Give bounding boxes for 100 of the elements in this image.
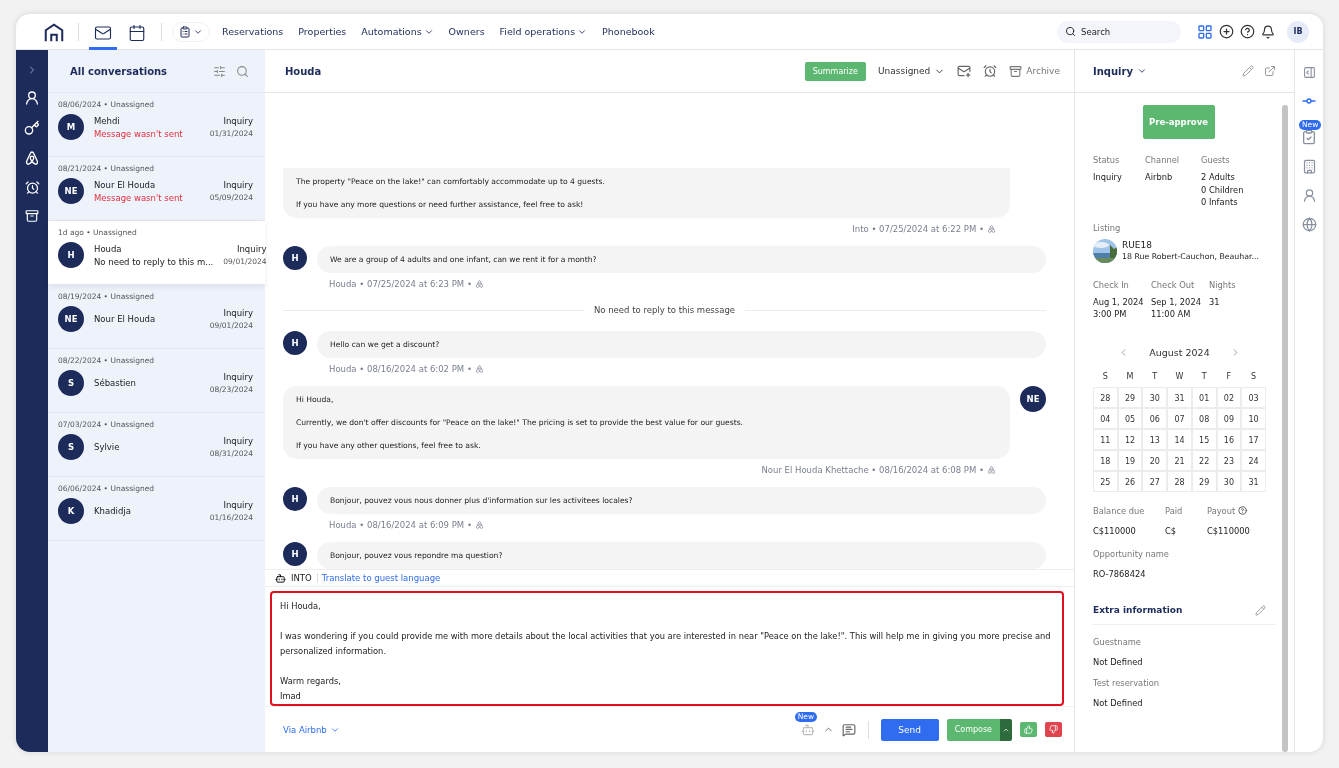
compose-menu-button[interactable]	[1000, 718, 1012, 741]
calendar-day[interactable]: 10	[1241, 407, 1266, 429]
calendar-day[interactable]: 09	[1216, 407, 1242, 429]
airbnb-icon[interactable]	[24, 150, 40, 166]
calendar-day[interactable]: 01	[1191, 386, 1217, 408]
airbnb-icon	[987, 224, 996, 234]
globe-icon[interactable]	[1301, 217, 1317, 232]
calendar-day[interactable]: 18	[1093, 449, 1118, 471]
user-avatar[interactable]: IB	[1287, 20, 1309, 43]
clipboard-icon	[179, 25, 191, 38]
nav-link[interactable]: Automations	[361, 26, 434, 37]
person-icon[interactable]	[24, 90, 40, 106]
calendar-day[interactable]: 31	[1167, 386, 1192, 408]
calendar-day[interactable]: 13	[1142, 428, 1168, 450]
search-icon[interactable]	[236, 64, 249, 78]
calendar-day[interactable]: 23	[1216, 449, 1242, 471]
bot-icon	[275, 572, 286, 584]
channel-dropdown[interactable]: Via Airbnb	[283, 724, 340, 735]
calendar-day[interactable]: 02	[1216, 386, 1242, 408]
section-title: Extra information	[1093, 605, 1183, 615]
calendar-day[interactable]: 30	[1142, 386, 1168, 408]
search-icon	[1065, 26, 1076, 37]
panel-icon[interactable]	[1302, 66, 1316, 79]
field-label: Paid	[1165, 505, 1184, 516]
message-meta: Houda • 08/16/2024 at 6:02 PM •	[329, 364, 472, 374]
weekday-label: M	[1125, 370, 1135, 383]
external-link-icon[interactable]	[1264, 65, 1276, 77]
nav-link[interactable]: Properties	[298, 26, 347, 37]
filter-icon[interactable]	[213, 64, 226, 78]
edit-icon[interactable]	[1242, 65, 1254, 77]
weekday-label: S	[1101, 370, 1109, 383]
thumbs-up-button[interactable]	[1020, 722, 1037, 737]
message-preview: Message wasn't sent	[94, 128, 184, 139]
calendar-day[interactable]: 17	[1241, 428, 1266, 450]
nav-link[interactable]: Reservations	[222, 26, 284, 37]
calendar-day[interactable]: 05	[1117, 407, 1143, 429]
calendar-day[interactable]: 28	[1093, 386, 1118, 408]
avatar: S	[58, 370, 84, 396]
calendar-day[interactable]: 22	[1191, 449, 1217, 471]
calendar-day[interactable]: 11	[1093, 428, 1118, 450]
scrollbar-thumb[interactable]	[1282, 105, 1288, 752]
calendar-day[interactable]: 07	[1167, 407, 1192, 429]
archive-icon[interactable]	[25, 209, 39, 223]
avatar: H	[58, 242, 84, 268]
nav-link[interactable]: Owners	[448, 26, 485, 37]
apps-icon[interactable]	[1197, 23, 1213, 40]
message-preview: No need to reply to this m...	[94, 256, 214, 267]
thumbs-down-button[interactable]	[1045, 722, 1062, 737]
assignee-dropdown[interactable]: Unassigned	[877, 65, 946, 77]
calendar-day[interactable]: 28	[1167, 470, 1192, 492]
weekday-label: T	[1151, 370, 1159, 383]
send-button[interactable]: Send	[880, 718, 939, 741]
calendar-day[interactable]: 08	[1191, 407, 1217, 429]
nav-link[interactable]: Field operations	[499, 26, 588, 37]
field-label: Payout	[1207, 505, 1266, 516]
add-icon[interactable]	[1219, 24, 1234, 39]
calendar-day[interactable]: 24	[1241, 449, 1266, 471]
calendar-day[interactable]: 15	[1191, 428, 1217, 450]
calendar-icon	[128, 24, 146, 42]
calendar-day[interactable]: 25	[1093, 470, 1118, 492]
listing-name: RUE18	[1122, 238, 1153, 251]
nav-link[interactable]: Phonebook	[602, 26, 655, 37]
field-label: Status	[1093, 155, 1121, 165]
calendar-day[interactable]: 30	[1216, 470, 1242, 492]
calendar-day[interactable]: 29	[1191, 470, 1217, 492]
calendar-day[interactable]: 29	[1117, 386, 1143, 408]
message-meta: Houda • 07/25/2024 at 6:23 PM •	[329, 279, 472, 289]
edit-icon[interactable]	[1255, 604, 1266, 616]
field-label: Listing	[1093, 222, 1122, 233]
calendar-day[interactable]: 03	[1241, 386, 1266, 408]
mail-icon[interactable]	[957, 64, 972, 78]
calendar-day[interactable]: 12	[1117, 428, 1143, 450]
calendar-day[interactable]: 31	[1241, 470, 1266, 492]
field-value: RO-7868424	[1093, 568, 1147, 581]
help-icon[interactable]	[1240, 24, 1255, 39]
search-field[interactable]: Search	[1057, 20, 1181, 43]
calendar-day[interactable]: 04	[1093, 407, 1118, 429]
comment-icon[interactable]	[841, 722, 856, 737]
calendar-day[interactable]: 16	[1216, 428, 1242, 450]
checklist-icon[interactable]	[1301, 129, 1317, 145]
calendar-day[interactable]: 21	[1167, 449, 1192, 471]
archive-button[interactable]: Archive	[1009, 64, 1060, 78]
airbnb-icon	[987, 465, 996, 475]
calendar-day[interactable]: 26	[1117, 470, 1143, 492]
status-dropdown[interactable]: Inquiry	[1093, 65, 1232, 77]
key-icon[interactable]	[24, 120, 40, 136]
notification-icon[interactable]	[1261, 24, 1275, 39]
calendar-day[interactable]: 14	[1167, 428, 1192, 450]
calendar-day[interactable]: 20	[1142, 449, 1168, 471]
calendar-day[interactable]: 06	[1142, 407, 1168, 429]
status-label: Inquiry	[223, 500, 253, 510]
field-label: Channel	[1145, 155, 1181, 165]
avatar: S	[58, 434, 84, 460]
alarm-clock-icon[interactable]	[24, 180, 40, 195]
calendar-day[interactable]: 27	[1142, 470, 1168, 492]
translate-link[interactable]: Translate to guest language	[316, 573, 441, 583]
reply-field[interactable]: Hi Houda, I was wondering if you could provide me with more details about the local activities that you are interested in near "Peace on the lake!". This will help me in giving you more precise and personalized information. Warm regards, Imad	[270, 591, 1064, 706]
avatar: NE	[58, 306, 84, 332]
building-icon[interactable]	[1301, 159, 1317, 174]
calendar-day[interactable]: 19	[1117, 449, 1143, 471]
